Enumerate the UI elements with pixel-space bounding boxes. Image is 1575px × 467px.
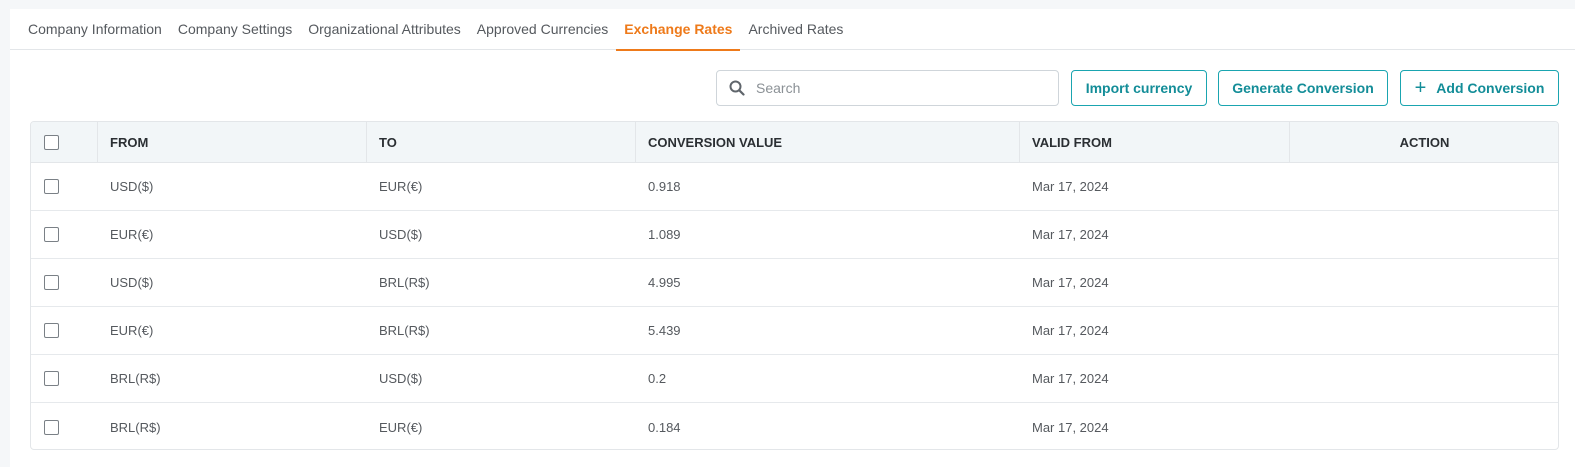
row-checkbox-cell: [44, 355, 64, 402]
row-checkbox-cell: [44, 403, 64, 449]
row-checkbox[interactable]: [44, 227, 59, 242]
cell-from: EUR(€): [110, 227, 154, 242]
column-divider: [97, 122, 98, 162]
cell-to: BRL(R$): [379, 323, 430, 338]
add-conversion-label: Add Conversion: [1436, 80, 1545, 96]
generate-conversion-button[interactable]: Generate Conversion: [1218, 70, 1388, 106]
search-box: [716, 70, 1059, 106]
table-row: USD($) EUR(€) 0.918 Mar 17, 2024: [31, 163, 1558, 211]
cell-valid-from: Mar 17, 2024: [1032, 275, 1109, 290]
cell-from: USD($): [110, 179, 154, 194]
tab-organizational-attributes[interactable]: Organizational Attributes: [300, 9, 469, 50]
column-divider: [635, 122, 636, 162]
cell-to: EUR(€): [379, 419, 423, 435]
cell-action: [1289, 211, 1558, 258]
table-row: EUR(€) USD($) 1.089 Mar 17, 2024: [31, 211, 1558, 259]
row-checkbox[interactable]: [44, 323, 59, 338]
cell-from: BRL(R$): [110, 419, 161, 435]
table-row: USD($) BRL(R$) 4.995 Mar 17, 2024: [31, 259, 1558, 307]
cell-action: [1289, 403, 1558, 449]
header-valid-from: VALID FROM: [1032, 134, 1112, 150]
table-row: BRL(R$) EUR(€) 0.184 Mar 17, 2024: [31, 403, 1558, 449]
cell-conversion-value: 0.184: [648, 419, 681, 435]
tab-exchange-rates[interactable]: Exchange Rates: [616, 9, 741, 51]
cell-valid-from: Mar 17, 2024: [1032, 419, 1109, 435]
tab-company-settings[interactable]: Company Settings: [170, 9, 300, 50]
cell-to: USD($): [379, 371, 423, 386]
cell-valid-from: Mar 17, 2024: [1032, 323, 1109, 338]
search-icon: [728, 79, 746, 97]
import-currency-button[interactable]: Import currency: [1071, 70, 1207, 106]
row-checkbox[interactable]: [44, 371, 59, 386]
row-checkbox[interactable]: [44, 179, 59, 194]
cell-valid-from: Mar 17, 2024: [1032, 227, 1109, 242]
cell-conversion-value: 0.918: [648, 179, 681, 194]
row-checkbox-cell: [44, 307, 64, 354]
cell-to: EUR(€): [379, 179, 423, 194]
tab-company-information[interactable]: Company Information: [20, 9, 170, 50]
header-action: ACTION: [1399, 134, 1450, 150]
cell-action: [1289, 355, 1558, 402]
search-input[interactable]: [756, 80, 1046, 96]
table-row: EUR(€) BRL(R$) 5.439 Mar 17, 2024: [31, 307, 1558, 355]
exchange-rates-panel: Company Information Company Settings Org…: [10, 9, 1575, 467]
tab-approved-currencies[interactable]: Approved Currencies: [469, 9, 617, 50]
select-all-checkbox[interactable]: [44, 134, 59, 150]
exchange-rates-table: FROM TO CONVERSION VALUE VALID FROM ACTI…: [30, 121, 1559, 450]
cell-action: [1289, 163, 1558, 210]
table-row: BRL(R$) USD($) 0.2 Mar 17, 2024: [31, 355, 1558, 403]
row-checkbox[interactable]: [44, 419, 59, 435]
header-from: FROM: [110, 134, 149, 150]
header-to: TO: [379, 134, 397, 150]
column-divider: [366, 122, 367, 162]
cell-conversion-value: 0.2: [648, 371, 667, 386]
cell-from: EUR(€): [110, 323, 154, 338]
row-checkbox-cell: [44, 211, 64, 258]
cell-action: [1289, 307, 1558, 354]
cell-conversion-value: 4.995: [648, 275, 681, 290]
tab-bar: Company Information Company Settings Org…: [10, 9, 1575, 51]
table-header: FROM TO CONVERSION VALUE VALID FROM ACTI…: [31, 122, 1558, 163]
header-checkbox-cell: [44, 122, 64, 162]
cell-from: USD($): [110, 275, 154, 290]
add-conversion-button[interactable]: + Add Conversion: [1400, 70, 1559, 106]
tab-archived-rates[interactable]: Archived Rates: [740, 9, 851, 50]
cell-conversion-value: 1.089: [648, 227, 681, 242]
cell-action: [1289, 259, 1558, 306]
cell-valid-from: Mar 17, 2024: [1032, 371, 1109, 386]
cell-from: BRL(R$): [110, 371, 161, 386]
row-checkbox-cell: [44, 163, 64, 210]
column-divider: [1019, 122, 1020, 162]
row-checkbox-cell: [44, 259, 64, 306]
cell-conversion-value: 5.439: [648, 323, 681, 338]
plus-icon: +: [1414, 77, 1427, 99]
cell-valid-from: Mar 17, 2024: [1032, 179, 1109, 194]
cell-to: USD($): [379, 227, 423, 242]
cell-to: BRL(R$): [379, 275, 430, 290]
header-conversion-value: CONVERSION VALUE: [648, 134, 783, 150]
row-checkbox[interactable]: [44, 275, 59, 290]
